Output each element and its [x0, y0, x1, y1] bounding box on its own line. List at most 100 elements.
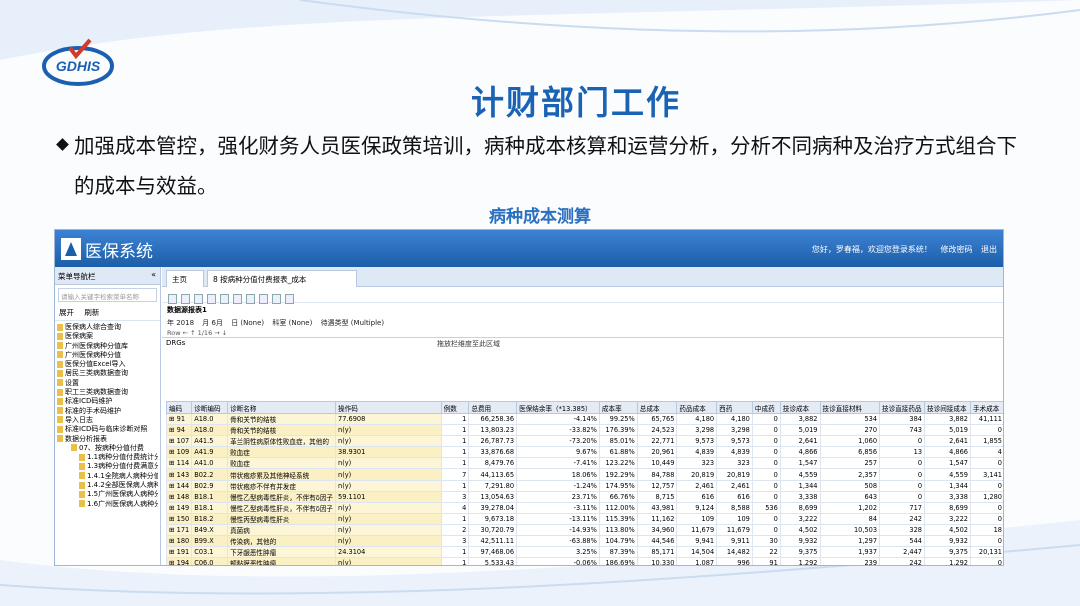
folder-icon	[57, 407, 63, 415]
table-cell: 8,479.76	[468, 457, 518, 470]
row-navigator[interactable]: Row ← ↑ 1/16 → ↓	[162, 329, 1003, 337]
table-row[interactable]: ⊞ 114 A41.0 败血症 n(y) 1 8,479.76 -7.41% 123.22% 1…	[165, 457, 1003, 470]
sidebar-item[interactable]: 居民三类病数据查询	[57, 369, 158, 378]
table-row[interactable]: ⊞ 94 A18.0 骨和关节的结核 n(y) 1 13,803.23 -33.82% 176…	[165, 424, 1003, 437]
grid-icon[interactable]	[181, 294, 190, 304]
change-password-link[interactable]: 修改密码	[940, 245, 972, 254]
sidebar-item[interactable]: 医保分值Excel导入	[57, 360, 158, 369]
table-row[interactable]: ⊞ 171 B49.X 真菌病 n(y) 2 30,720.79 -14.93% 113.80…	[165, 523, 1003, 537]
table-cell: 0	[751, 479, 781, 492]
sidebar-item[interactable]: 07、按病种分值付费	[57, 444, 158, 453]
expand-button[interactable]: 展开	[59, 308, 74, 317]
table-cell: 24.3104	[335, 546, 442, 559]
column-header[interactable]: 西药	[716, 401, 753, 414]
sidebar-item[interactable]: 广州医保病种分值库	[57, 342, 158, 351]
column-header[interactable]: 手术成本	[969, 401, 1003, 414]
sidebar-item-label: 医保病案	[65, 332, 93, 341]
table-row[interactable]: ⊞ 144 B02.9 带状疱疹不伴有并发症 n(y) 1 7,291.80 -1.24% 1…	[165, 479, 1003, 492]
chart-icon[interactable]	[194, 294, 203, 304]
table-row[interactable]: ⊞ 194 C06.0 颊黏膜恶性肿瘤 n(y) 1 5,533.43 -0.06% 186.…	[165, 557, 1003, 565]
column-header[interactable]: 医保结余率（*13.385）	[516, 401, 600, 414]
tab-report[interactable]: 8 按病种分值付费报表_成本	[207, 270, 357, 287]
table-cell: n(y)	[335, 557, 442, 565]
table-row[interactable]: ⊞ 149 B18.1 慢性乙型病毒性肝炎，不伴有δ因子 n(y) 4 39,278.04…	[165, 501, 1003, 514]
refresh-button[interactable]: 刷新	[84, 308, 99, 317]
column-header[interactable]: 诊断名称	[227, 401, 337, 414]
filter-pay-type[interactable]: 待遇类型 (Multiple)	[321, 319, 385, 327]
main-panel: 主页 8 按病种分值付费报表_成本 数据源报表1 年 2018 月 6月 日 (…	[162, 267, 1003, 565]
table-row[interactable]: ⊞ 91 A18.0 骨和关节的结核 77.6908 1 66,258.36 -4.14% 9…	[165, 412, 1003, 426]
column-header[interactable]: 技诊间接成本	[924, 401, 971, 414]
columns-icon[interactable]	[220, 294, 229, 304]
table-cell: 1,060	[819, 435, 881, 448]
table-cell: 34,960	[636, 523, 678, 537]
collapse-icon[interactable]: «	[151, 270, 156, 279]
table-cell: 616	[716, 490, 753, 503]
column-header[interactable]: 药品成本	[676, 401, 718, 414]
print-icon[interactable]	[233, 294, 242, 304]
menu-search-input[interactable]: 请输入关键字检索菜单名称	[58, 288, 157, 302]
filter-icon[interactable]	[207, 294, 216, 304]
sidebar-item[interactable]: 数据分析报表	[57, 435, 158, 444]
column-header[interactable]: 技诊直接材料	[819, 401, 881, 414]
drg-dimension[interactable]: DRGs	[166, 339, 185, 347]
column-header[interactable]: 成本率	[598, 401, 638, 414]
sidebar-item[interactable]: 广州医保病种分值	[57, 351, 158, 360]
column-header[interactable]: 总费用	[468, 401, 518, 414]
table-row[interactable]: ⊞ 143 B02.2 带状疱疹累及其他神经系统 n(y) 7 44,113.65 18.0…	[165, 468, 1003, 481]
filter-dept[interactable]: 科室 (None)	[272, 319, 312, 327]
table-row[interactable]: ⊞ 180 B99.X 传染病，其他的 n(y) 3 42,511.11 -63.88% 10…	[165, 535, 1003, 548]
table-row[interactable]: ⊞ 109 A41.9 败血症 38.9301 1 33,876.68 9.67% 61.88…	[165, 446, 1003, 459]
column-header[interactable]: 技诊直接药品	[879, 401, 926, 414]
sidebar-item[interactable]: 1.6广州医保病人病种分	[57, 500, 158, 509]
table-row[interactable]: ⊞ 150 B18.2 慢性丙型病毒性肝炎 n(y) 1 9,673.18 -13.11% 1…	[165, 512, 1003, 525]
sidebar-item[interactable]: 标准ICD码与临床诊断对照	[57, 425, 158, 434]
table-cell: -1.24%	[516, 479, 600, 492]
table-cell: 10,503	[819, 523, 881, 537]
table-cell: 带状疱疹累及其他神经系统	[227, 468, 337, 481]
table-cell: 慢性丙型病毒性肝炎	[227, 512, 337, 525]
sidebar-item[interactable]: 医保病案	[57, 332, 158, 341]
column-header[interactable]: 例数	[440, 401, 470, 414]
filter-month[interactable]: 月 6月	[202, 319, 223, 327]
table-cell: 1	[440, 557, 470, 565]
table-cell: 113.80%	[598, 523, 638, 537]
table-cell: 3,222	[779, 512, 821, 525]
table-cell: 1,292	[924, 557, 971, 565]
sidebar-item[interactable]: 1.5广州医保病人病种分值	[57, 490, 158, 499]
sidebar-item[interactable]: 医保病人综合查询	[57, 323, 158, 332]
sidebar-item[interactable]: 标准的手术码维护	[57, 407, 158, 416]
table-row[interactable]: ⊞ 191 C03.1 下牙龈恶性肿瘤 24.3104 1 97,468.06 3.25% 8…	[165, 546, 1003, 559]
table-cell: 9,573	[716, 435, 753, 448]
sidebar-item[interactable]: 标准ICD码维护	[57, 397, 158, 406]
table-row[interactable]: ⊞ 148 B18.1 慢性乙型病毒性肝炎，不伴有δ因子 59.1101 3 13,054…	[165, 490, 1003, 503]
sidebar-item[interactable]: 导入日志	[57, 416, 158, 425]
sidebar-item[interactable]: 设置	[57, 379, 158, 388]
column-header[interactable]: 技诊成本	[779, 401, 821, 414]
table-cell: 186.69%	[598, 557, 638, 565]
column-header[interactable]: 诊断编码	[191, 401, 229, 414]
save-icon[interactable]	[285, 294, 294, 304]
table-cell: ⊞ 143	[165, 468, 193, 481]
tab-home[interactable]: 主页	[166, 270, 204, 287]
filter-year[interactable]: 年 2018	[167, 319, 194, 327]
slide-title: 计财部门工作	[471, 83, 681, 122]
sidebar-item[interactable]: 1.4.2全部医保病人病种分	[57, 481, 158, 490]
pdf-icon[interactable]	[272, 294, 281, 304]
sidebar-item[interactable]: 1.1病种分值付费统计分析	[57, 453, 158, 462]
table-row[interactable]: ⊞ 107 A41.5 革兰阴性病原体性败血症，其他的 n(y) 1 26,787.73-…	[165, 435, 1003, 448]
quit-link[interactable]: 退出	[981, 245, 997, 254]
sidebar-item[interactable]: 职工三类病数据查询	[57, 388, 158, 397]
column-header[interactable]: 编码	[165, 401, 193, 414]
excel-icon[interactable]	[259, 294, 268, 304]
export-icon[interactable]	[246, 294, 255, 304]
column-header[interactable]: 中成药	[751, 401, 781, 414]
filter-day[interactable]: 日 (None)	[231, 319, 264, 327]
column-header[interactable]: 总成本	[636, 401, 678, 414]
folder-icon	[71, 444, 77, 452]
refresh-icon[interactable]	[168, 294, 177, 304]
sidebar-item[interactable]: 1.3病种分值付费满意分析	[57, 462, 158, 471]
sidebar-item[interactable]: 1.4.1全院病人病种分值	[57, 472, 158, 481]
column-header[interactable]: 操作码	[335, 401, 442, 414]
table-cell: 0	[879, 435, 926, 448]
